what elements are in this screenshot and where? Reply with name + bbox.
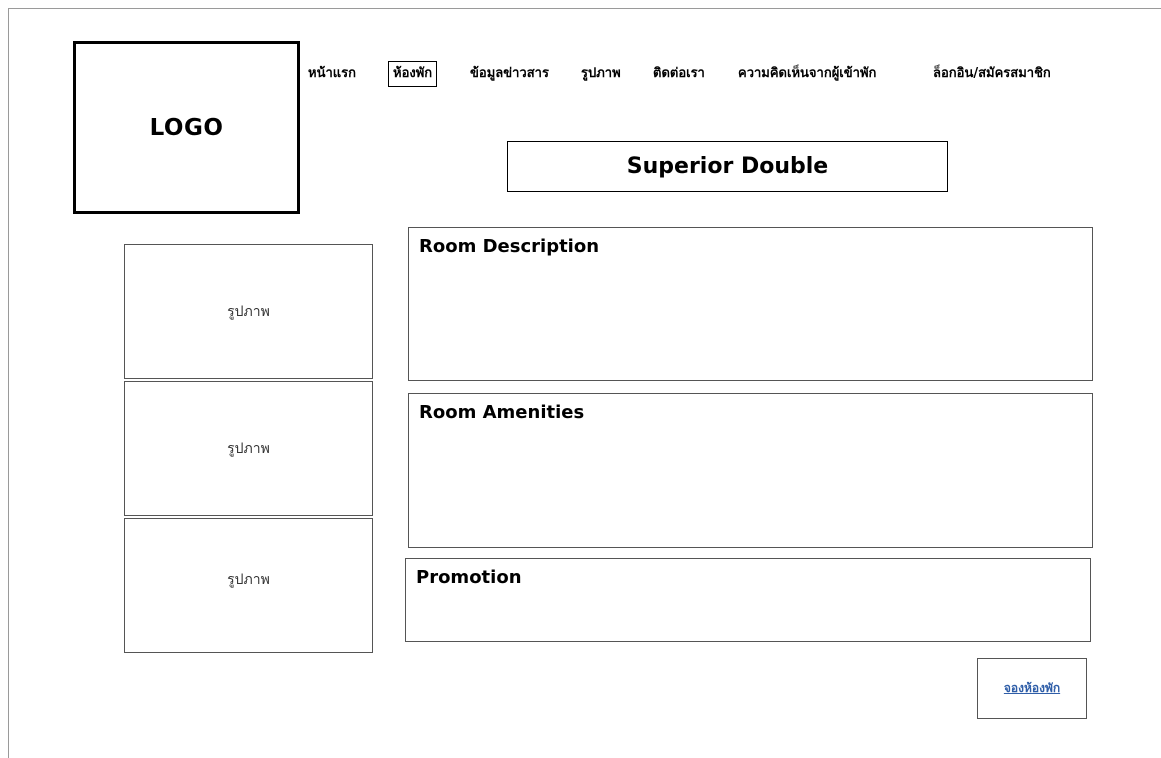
book-room-button[interactable]: จองห้องพัก bbox=[977, 658, 1087, 719]
room-title-box: Superior Double bbox=[507, 141, 948, 192]
promotion-heading: Promotion bbox=[416, 567, 522, 588]
room-image-2[interactable]: รูปภาพ bbox=[124, 381, 373, 516]
logo[interactable]: LOGO bbox=[73, 41, 300, 214]
room-image-1-label: รูปภาพ bbox=[227, 303, 270, 320]
room-image-2-label: รูปภาพ bbox=[227, 440, 270, 457]
book-room-link[interactable]: จองห้องพัก bbox=[1004, 679, 1060, 698]
nav-item-gallery[interactable]: รูปภาพ bbox=[581, 61, 621, 87]
nav-item-home[interactable]: หน้าแรก bbox=[308, 61, 356, 87]
promotion-panel: Promotion bbox=[405, 558, 1091, 642]
nav-item-news[interactable]: ข้อมูลข่าวสาร bbox=[470, 61, 549, 87]
room-image-1[interactable]: รูปภาพ bbox=[124, 244, 373, 379]
main-nav: หน้าแรก ห้องพัก ข้อมูลข่าวสาร รูปภาพ ติด… bbox=[308, 61, 1158, 91]
room-description-panel: Room Description bbox=[408, 227, 1093, 381]
room-amenities-panel: Room Amenities bbox=[408, 393, 1093, 548]
nav-item-rooms[interactable]: ห้องพัก bbox=[388, 61, 438, 87]
page-frame-left-border bbox=[8, 8, 9, 758]
page-frame-top-border bbox=[8, 8, 1161, 9]
nav-item-contact[interactable]: ติดต่อเรา bbox=[653, 61, 705, 87]
room-amenities-heading: Room Amenities bbox=[419, 402, 585, 423]
room-image-3[interactable]: รูปภาพ bbox=[124, 518, 373, 653]
room-title: Superior Double bbox=[626, 154, 829, 179]
logo-text: LOGO bbox=[149, 114, 224, 141]
room-image-3-label: รูปภาพ bbox=[227, 572, 270, 588]
nav-item-login-register[interactable]: ล็อกอิน/สมัครสมาชิก bbox=[933, 61, 1051, 87]
nav-item-reviews[interactable]: ความคิดเห็นจากผู้เข้าพัก bbox=[738, 61, 876, 87]
room-description-heading: Room Description bbox=[419, 236, 600, 257]
